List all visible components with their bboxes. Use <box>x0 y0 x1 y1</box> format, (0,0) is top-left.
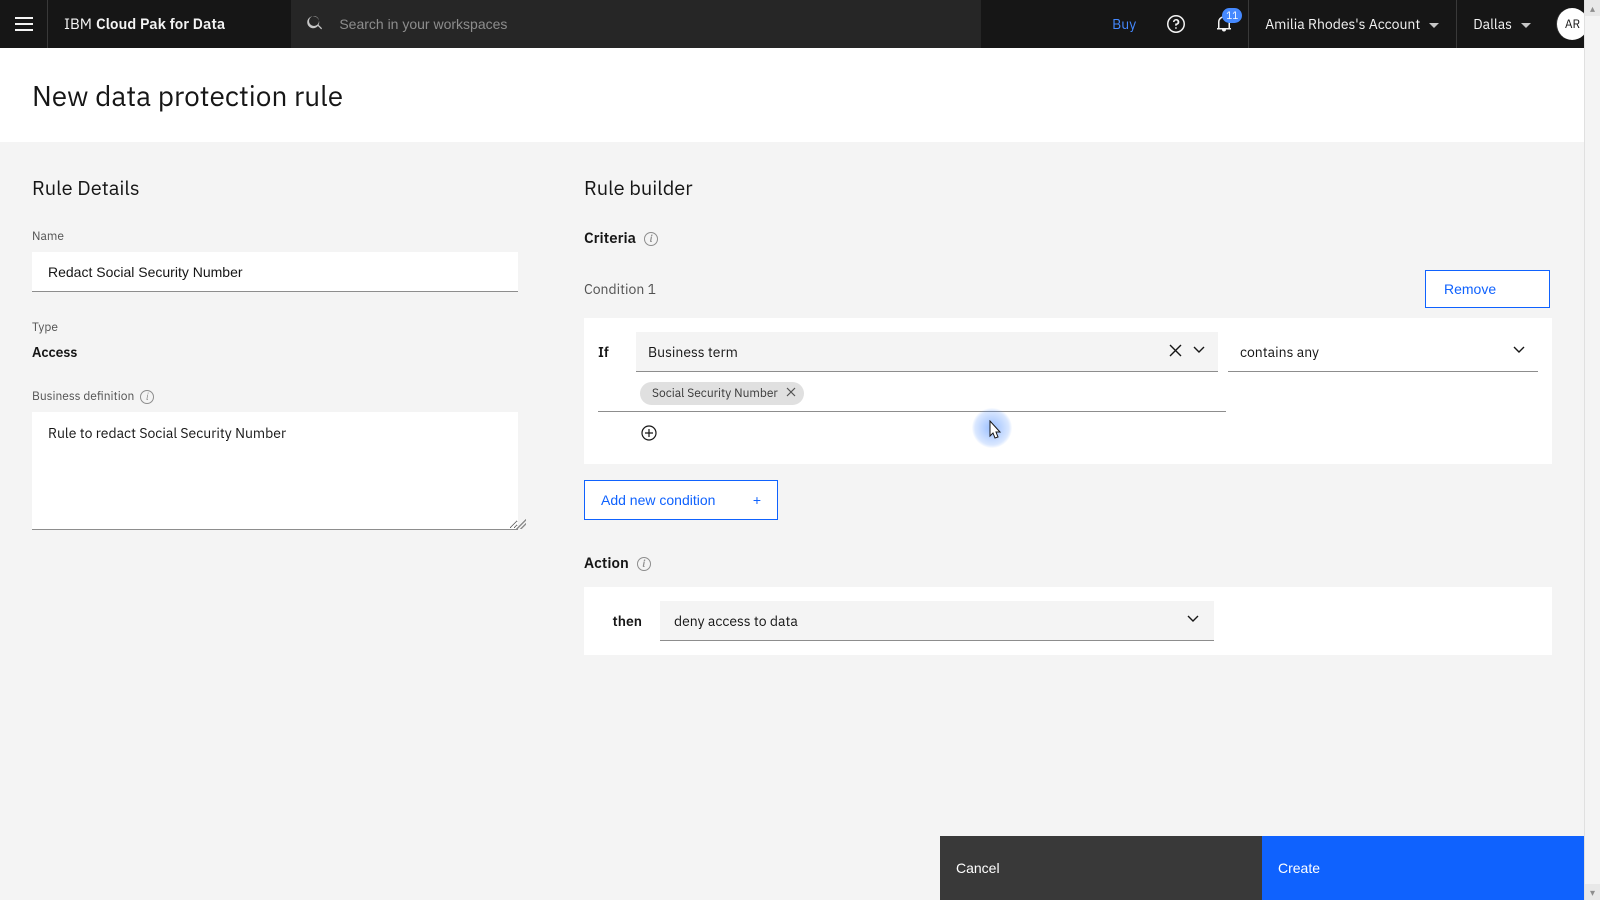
main-content: Rule Details Name Type Access Business d… <box>0 142 1600 900</box>
help-icon <box>1166 14 1186 34</box>
info-icon[interactable]: i <box>644 232 658 246</box>
tag-label: Social Security Number <box>652 386 778 401</box>
account-dropdown[interactable]: Amilia Rhodes's Account <box>1248 0 1456 48</box>
condition-card: If Business term contains any <box>584 318 1552 464</box>
definition-textarea[interactable] <box>32 412 518 530</box>
operator-value: contains any <box>1240 343 1319 361</box>
rule-name-input[interactable] <box>32 252 518 292</box>
action-value: deny access to data <box>674 612 798 630</box>
info-icon[interactable]: i <box>140 390 154 404</box>
action-label: Action <box>584 554 629 573</box>
remove-condition-button[interactable]: Remove <box>1425 270 1550 308</box>
add-condition-label: Add new condition <box>601 492 715 508</box>
hamburger-icon <box>15 23 33 25</box>
type-label: Type <box>32 320 528 335</box>
region-dropdown[interactable]: Dallas <box>1456 0 1548 48</box>
if-label: If <box>598 343 626 361</box>
action-card: then deny access to data <box>584 587 1552 655</box>
rule-builder-panel: Rule builder Criteria i Condition 1 Remo… <box>560 142 1600 900</box>
page-title: New data protection rule <box>32 77 343 114</box>
buy-link[interactable]: Buy <box>1096 15 1152 33</box>
account-label: Amilia Rhodes's Account <box>1265 15 1420 33</box>
type-value: Access <box>32 343 528 361</box>
criteria-value-tag: Social Security Number <box>640 382 804 405</box>
criteria-type-value: Business term <box>648 343 738 361</box>
rule-builder-heading: Rule builder <box>584 174 1552 201</box>
remove-tag-button[interactable] <box>786 386 796 401</box>
criteria-values-row[interactable]: Social Security Number <box>598 372 1226 412</box>
top-bar: IBM Cloud Pak for Data Buy 11 Amilia Rho… <box>0 0 1600 48</box>
chevron-down-icon <box>1192 342 1206 362</box>
cancel-button[interactable]: Cancel <box>940 836 1262 900</box>
plus-circle-icon <box>641 425 657 441</box>
product-brand[interactable]: IBM Cloud Pak for Data <box>48 15 241 34</box>
search-icon <box>307 14 323 34</box>
rule-details-heading: Rule Details <box>32 174 528 201</box>
help-button[interactable] <box>1152 0 1200 48</box>
then-label: then <box>598 612 642 630</box>
chevron-down-icon <box>1428 18 1440 30</box>
chevron-down-icon <box>1186 611 1200 631</box>
create-button[interactable]: Create <box>1262 836 1584 900</box>
notification-badge: 11 <box>1222 8 1242 23</box>
add-condition-button[interactable]: Add new condition + <box>584 480 778 520</box>
operator-dropdown[interactable]: contains any <box>1228 332 1538 372</box>
scrollbar[interactable]: ▴ ▾ <box>1584 0 1600 900</box>
action-dropdown[interactable]: deny access to data <box>660 601 1214 641</box>
name-label: Name <box>32 229 528 244</box>
info-icon[interactable]: i <box>637 557 651 571</box>
chevron-down-icon <box>1512 342 1526 362</box>
add-nested-condition-button[interactable] <box>640 424 658 442</box>
menu-button[interactable] <box>0 0 48 48</box>
page-title-band: New data protection rule <box>0 48 1600 142</box>
region-label: Dallas <box>1473 15 1512 33</box>
footer-actions: Cancel Create <box>940 836 1584 900</box>
clear-icon[interactable] <box>1168 342 1182 362</box>
definition-label: Business definition i <box>32 389 528 404</box>
rule-details-panel: Rule Details Name Type Access Business d… <box>0 142 560 900</box>
brand-product: Cloud Pak for Data <box>96 15 225 34</box>
scroll-up-button[interactable]: ▴ <box>1585 0 1600 16</box>
notifications-button[interactable]: 11 <box>1200 0 1248 48</box>
chevron-down-icon <box>1520 18 1532 30</box>
criteria-label: Criteria <box>584 229 636 248</box>
plus-icon: + <box>753 492 761 508</box>
brand-prefix: IBM <box>64 15 92 34</box>
search-input[interactable] <box>339 16 965 32</box>
scroll-down-button[interactable]: ▾ <box>1585 884 1600 900</box>
condition-label: Condition 1 <box>584 280 656 298</box>
criteria-type-dropdown[interactable]: Business term <box>636 332 1218 372</box>
search-wrap[interactable] <box>291 0 981 48</box>
